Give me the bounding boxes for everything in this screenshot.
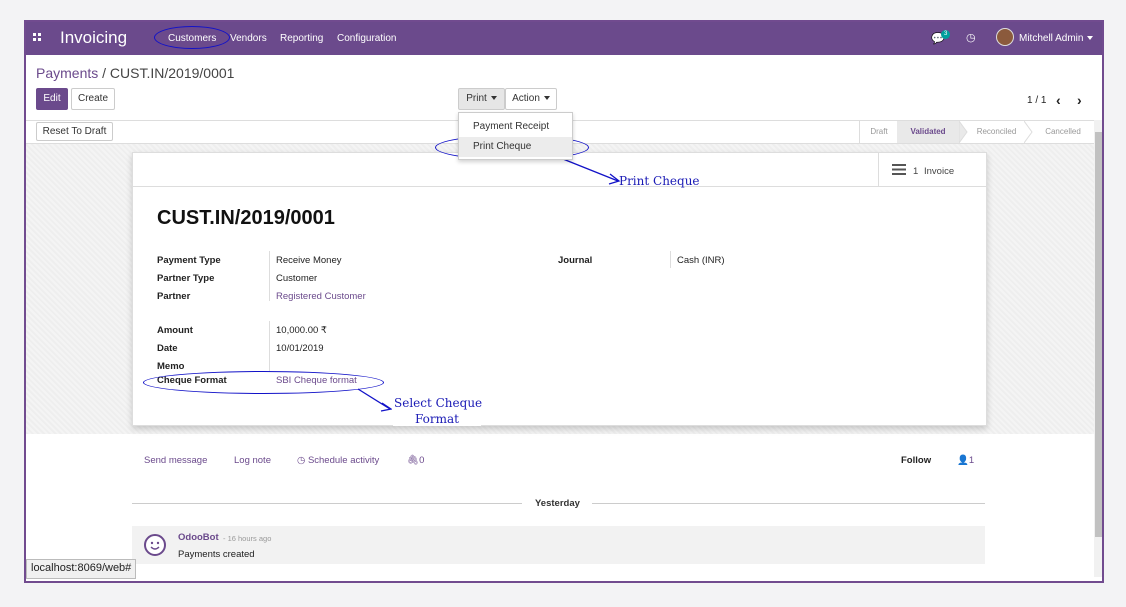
attachments-button[interactable]: 🖇0 (407, 455, 424, 466)
record-title: CUST.IN/2019/0001 (157, 207, 335, 229)
date-divider-line (592, 503, 985, 504)
journal-value: Cash (INR) (677, 255, 725, 266)
annotation-ellipse (154, 26, 230, 49)
date-divider: Yesterday (535, 498, 580, 509)
breadcrumb-payments[interactable]: Payments (36, 65, 98, 81)
odoobot-avatar (144, 534, 166, 556)
attachment-count: 0 (419, 455, 425, 466)
caret-down-icon (490, 96, 497, 101)
log-note-button[interactable]: Log note (234, 455, 271, 466)
caret-down-icon (543, 96, 550, 101)
nav-reporting[interactable]: Reporting (280, 33, 323, 44)
apps-menu-icon[interactable] (33, 33, 42, 42)
payment-type-value: Receive Money (276, 255, 342, 266)
stage-separator-icon (959, 121, 968, 143)
nav-vendors[interactable]: Vendors (230, 33, 267, 44)
date-label: Date (157, 343, 178, 354)
user-name: Mitchell Admin (1019, 33, 1084, 44)
amount-value: 10,000.00 ₹ (276, 325, 327, 336)
annotation-print-cheque: Print Cheque (619, 174, 700, 188)
date-divider-line (132, 503, 522, 504)
create-button[interactable]: Create (71, 88, 115, 110)
app-window: Invoicing Customers Vendors Reporting Co… (24, 20, 1104, 583)
annotation-arrow-icon (357, 388, 393, 412)
pager-previous-icon[interactable]: ‹ (1056, 92, 1061, 108)
user-menu[interactable]: Mitchell Admin (1019, 33, 1094, 44)
invoice-smart-button[interactable]: 1 Invoice (878, 153, 986, 186)
annotation-select-line1: Select Cheque (392, 396, 485, 410)
breadcrumb-current: CUST.IN/2019/0001 (109, 65, 235, 81)
annotation-select-line2: Format (393, 412, 481, 426)
stage-cancelled[interactable]: Cancelled (1034, 121, 1092, 143)
message-body: Payments created (178, 549, 255, 560)
schedule-activity-label: Schedule activity (307, 455, 380, 466)
app-name[interactable]: Invoicing (60, 28, 127, 48)
invoice-count: 1 (913, 166, 919, 177)
print-label: Print (466, 93, 487, 104)
status-url: localhost:8069/web# (26, 559, 137, 579)
list-icon (892, 164, 906, 175)
partner-label: Partner (157, 291, 191, 302)
avatar[interactable] (996, 28, 1014, 46)
user-icon: 👤 (957, 455, 969, 466)
partner-type-label: Partner Type (157, 273, 215, 284)
breadcrumb: Payments / CUST.IN/2019/0001 (36, 65, 234, 81)
send-message-button[interactable]: Send message (144, 455, 207, 466)
field-divider (670, 251, 671, 268)
journal-label: Journal (558, 255, 593, 266)
followers-button[interactable]: 👤1 (957, 455, 974, 466)
print-dropdown-button[interactable]: Print (458, 88, 505, 110)
date-value: 10/01/2019 (276, 343, 324, 354)
field-divider (269, 321, 270, 371)
payment-type-label: Payment Type (157, 255, 221, 266)
partner-link[interactable]: Registered Customer (276, 291, 366, 302)
chat-count-badge: 3 (941, 30, 951, 39)
caret-down-icon (1087, 36, 1094, 41)
smiley-icon (150, 541, 160, 550)
stage-reconciled[interactable]: Reconciled (969, 121, 1024, 143)
paperclip-icon: 🖇 (407, 455, 420, 466)
partner-type-value: Customer (276, 273, 318, 284)
edit-button[interactable]: Edit (36, 88, 68, 110)
stage-validated[interactable]: Validated (897, 121, 959, 143)
invoice-label: Invoice (924, 166, 955, 177)
followers-count: 1 (968, 455, 975, 466)
pager-next-icon[interactable]: › (1077, 92, 1082, 108)
action-label: Action (512, 93, 540, 104)
stage-draft[interactable]: Draft (859, 121, 898, 143)
activity-clock-icon[interactable]: ◷ (966, 31, 976, 44)
menu-item-print-cheque[interactable]: Print Cheque (473, 141, 531, 152)
annotation-ellipse (143, 371, 384, 394)
follow-button[interactable]: Follow (901, 455, 931, 466)
message-time: - 16 hours ago (223, 534, 272, 543)
action-dropdown-button[interactable]: Action (505, 88, 557, 110)
amount-label: Amount (157, 325, 193, 336)
nav-configuration[interactable]: Configuration (337, 33, 396, 44)
breadcrumb-separator: / (102, 65, 107, 81)
scrollbar-thumb[interactable] (1095, 132, 1102, 537)
stage-separator-icon (1024, 121, 1033, 143)
chatter-message: OdooBot - 16 hours ago Payments created (132, 526, 985, 564)
message-author[interactable]: OdooBot (178, 532, 219, 543)
reset-to-draft-button[interactable]: Reset To Draft (36, 122, 113, 141)
print-menu: Payment Receipt Print Cheque (458, 112, 573, 160)
memo-label: Memo (157, 361, 185, 372)
schedule-activity-button[interactable]: ◷ Schedule activity (297, 455, 379, 466)
field-divider (269, 251, 270, 301)
menu-item-payment-receipt[interactable]: Payment Receipt (473, 121, 549, 132)
clock-icon: ◷ (297, 455, 308, 466)
pager-value[interactable]: 1 / 1 (1027, 95, 1046, 106)
